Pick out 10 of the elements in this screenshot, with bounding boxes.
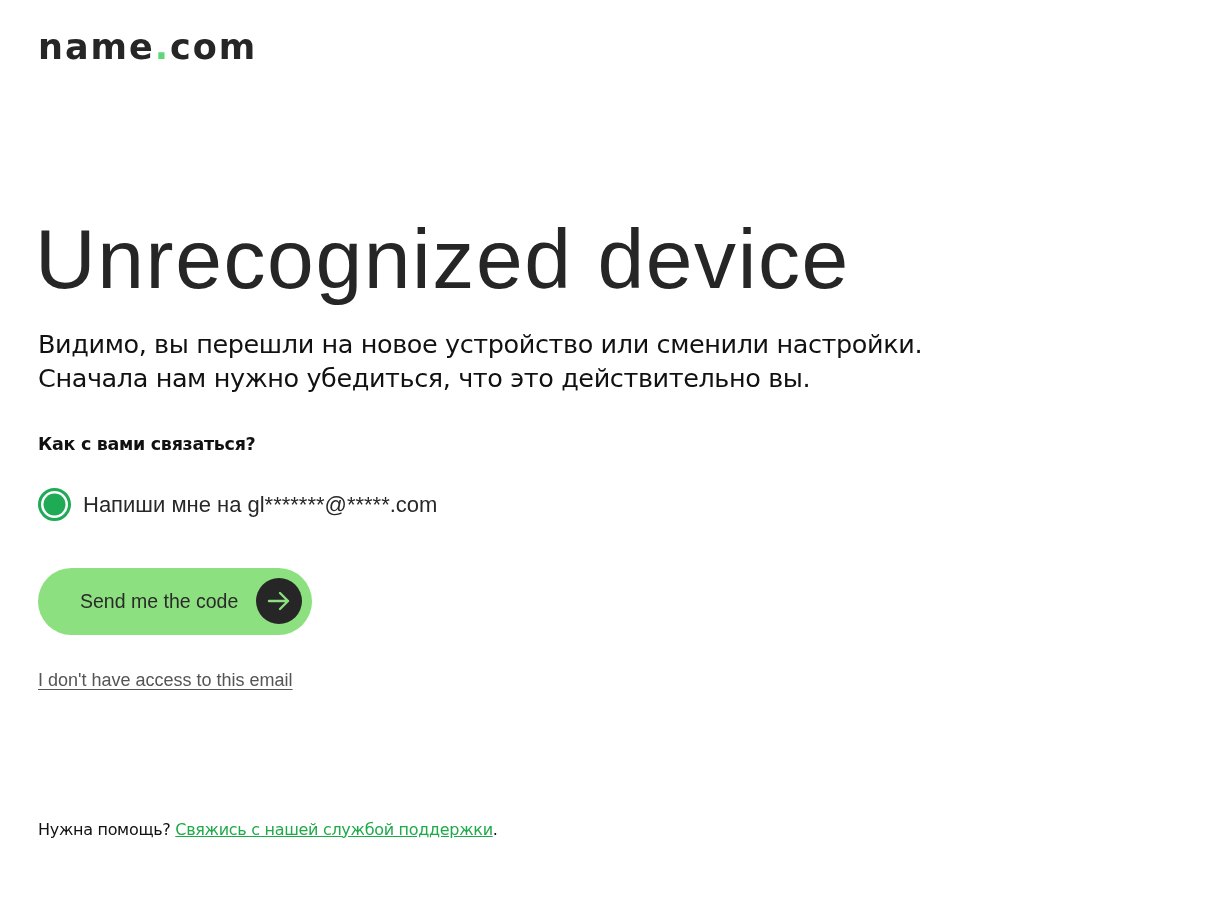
option-label[interactable]: Напиши мне на gl*******@*****.com xyxy=(83,487,438,521)
arrow-right-icon xyxy=(256,578,303,625)
intro-text: Видимо, вы перешли на новое устройство или сменили настройки. Сначала нам нужно убедиться, что это действительно вы. xyxy=(38,328,923,396)
radio-button[interactable] xyxy=(38,487,71,521)
page-heading: Unrecognized device xyxy=(35,213,850,306)
no-access-link[interactable]: I don't have access to this email xyxy=(38,666,293,694)
contact-question: Как с вами связаться? xyxy=(38,433,256,457)
send-code-button[interactable]: Send me the code xyxy=(38,567,313,635)
logo[interactable]: name.com xyxy=(38,30,258,65)
help-text: Нужна помощь? Свяжись с нашей службой поддержки. xyxy=(38,818,498,841)
